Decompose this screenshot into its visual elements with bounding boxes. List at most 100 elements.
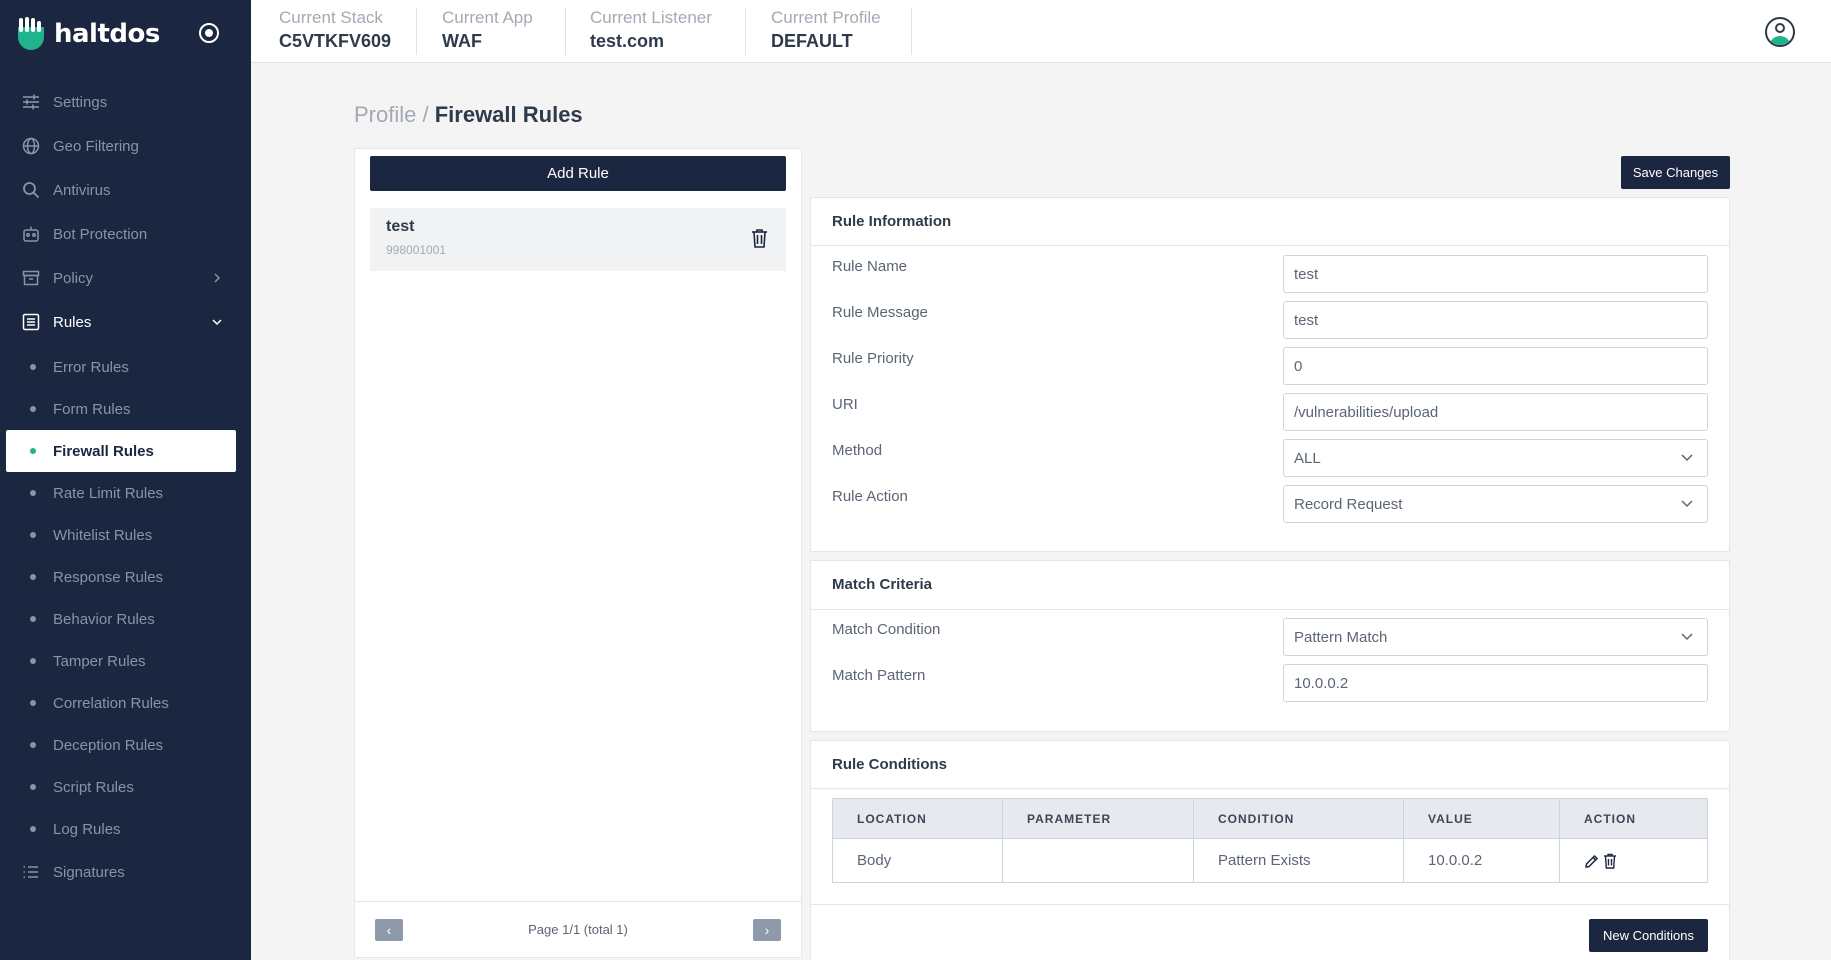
match-pattern-row: Match Pattern 10.0.0.2 — [832, 664, 1712, 702]
rule-list-item[interactable]: test 998001001 — [370, 208, 786, 271]
table-header-row: LOCATION PARAMETER CONDITION VALUE ACTIO… — [832, 798, 1708, 839]
rule-information-card: Rule Information Rule Name test Rule Mes… — [810, 197, 1730, 552]
rule-conditions-title: Rule Conditions — [832, 756, 947, 773]
current-profile-value: DEFAULT — [771, 31, 853, 51]
divider — [811, 245, 1729, 246]
search-icon — [23, 182, 40, 199]
sidebar-toggle-icon[interactable] — [199, 23, 219, 43]
trash-icon[interactable] — [751, 228, 768, 248]
sidebar-item-policy[interactable]: Policy — [0, 256, 251, 300]
context-header: Current Stack C5VTKFV609 Current App WAF… — [251, 0, 1831, 63]
chevron-right-icon — [214, 273, 221, 283]
sidebar-item-antivirus[interactable]: Antivirus — [0, 168, 251, 212]
column-header: CONDITION — [1193, 798, 1404, 839]
robot-icon — [23, 226, 39, 242]
edit-icon[interactable] — [1584, 854, 1599, 869]
table-row: Body Pattern Exists 10.0.0.2 — [832, 838, 1708, 883]
sidebar-subitem-label: Error Rules — [53, 358, 129, 376]
rule-priority-input[interactable]: 0 — [1283, 347, 1708, 385]
column-header: VALUE — [1403, 798, 1560, 839]
sidebar-item-geo-filtering[interactable]: Geo Filtering — [0, 124, 251, 168]
current-app[interactable]: Current App WAF — [442, 8, 533, 54]
sidebar-subitem-form-rules[interactable]: Form Rules — [0, 388, 251, 430]
uri-row: URI /vulnerabilities/upload — [832, 393, 1712, 431]
save-changes-button[interactable]: Save Changes — [1621, 156, 1730, 189]
current-profile-label: Current Profile — [771, 8, 881, 27]
user-avatar-icon[interactable] — [1765, 17, 1795, 47]
sidebar-subitem-label: Form Rules — [53, 400, 131, 418]
brand-logo[interactable]: haltdos — [16, 14, 160, 54]
current-listener[interactable]: Current Listener test.com — [590, 8, 712, 54]
rule-message-input[interactable]: test — [1283, 301, 1708, 339]
sidebar-subitem-firewall-rules[interactable]: Firewall Rules — [6, 430, 236, 472]
match-criteria-title: Match Criteria — [832, 576, 933, 593]
breadcrumb-parent[interactable]: Profile / — [354, 102, 429, 127]
new-conditions-button[interactable]: New Conditions — [1589, 919, 1708, 952]
cell-value: 10.0.0.2 — [1403, 838, 1560, 883]
breadcrumb: Profile / Firewall Rules — [354, 102, 583, 128]
header-divider — [416, 8, 417, 55]
sidebar-subitem-script-rules[interactable]: Script Rules — [0, 766, 251, 808]
sidebar-subitem-tamper-rules[interactable]: Tamper Rules — [0, 640, 251, 682]
rule-action-value: Record Request — [1294, 495, 1403, 513]
rule-name-input[interactable]: test — [1283, 255, 1708, 293]
divider — [811, 788, 1729, 789]
sidebar-item-label: Policy — [53, 269, 94, 287]
bullet-icon — [30, 616, 36, 622]
sidebar-item-rules[interactable]: Rules — [0, 300, 251, 344]
match-pattern-input[interactable]: 10.0.0.2 — [1283, 664, 1708, 702]
rule-id: 998001001 — [386, 243, 447, 257]
sidebar-subitem-label: Script Rules — [53, 778, 134, 796]
uri-input[interactable]: /vulnerabilities/upload — [1283, 393, 1708, 431]
method-select[interactable]: ALL — [1283, 439, 1708, 477]
sidebar-subitem-response-rules[interactable]: Response Rules — [0, 556, 251, 598]
sidebar-subitem-label: Correlation Rules — [53, 694, 169, 712]
sidebar-subitem-whitelist-rules[interactable]: Whitelist Rules — [0, 514, 251, 556]
column-header: LOCATION — [832, 798, 1003, 839]
sliders-icon — [23, 94, 39, 110]
sidebar-item-bot-protection[interactable]: Bot Protection — [0, 212, 251, 256]
bullet-icon — [30, 784, 36, 790]
sidebar-item-label: Rules — [53, 313, 92, 331]
sidebar-subitem-label: Tamper Rules — [53, 652, 146, 670]
bullet-icon — [30, 448, 36, 454]
rule-name-row: Rule Name test — [832, 255, 1712, 293]
archive-icon — [22, 270, 40, 286]
sidebar-subitem-rate-limit-rules[interactable]: Rate Limit Rules — [0, 472, 251, 514]
method-label: Method — [832, 442, 883, 459]
sidebar-subitem-log-rules[interactable]: Log Rules — [0, 808, 251, 850]
method-row: Method ALL — [832, 439, 1712, 477]
sidebar-subitem-correlation-rules[interactable]: Correlation Rules — [0, 682, 251, 724]
sidebar-subitem-label: Whitelist Rules — [53, 526, 153, 544]
sidebar-subitem-behavior-rules[interactable]: Behavior Rules — [0, 598, 251, 640]
rule-priority-label: Rule Priority — [832, 350, 914, 367]
add-rule-button[interactable]: Add Rule — [370, 156, 786, 191]
match-condition-select[interactable]: Pattern Match — [1283, 618, 1708, 656]
bullet-icon — [30, 574, 36, 580]
bullet-icon — [30, 826, 36, 832]
match-pattern-label: Match Pattern — [832, 667, 926, 684]
trash-icon[interactable] — [1603, 853, 1617, 869]
header-divider — [565, 8, 566, 55]
list-bullets-icon — [23, 866, 38, 878]
sidebar-subitem-label: Behavior Rules — [53, 610, 155, 628]
sidebar-subitem-deception-rules[interactable]: Deception Rules — [0, 724, 251, 766]
rule-action-select[interactable]: Record Request — [1283, 485, 1708, 523]
header-divider — [911, 8, 912, 55]
current-stack[interactable]: Current Stack C5VTKFV609 — [279, 8, 391, 54]
sidebar-subitem-error-rules[interactable]: Error Rules — [0, 346, 251, 388]
sidebar-item-label: Bot Protection — [53, 225, 148, 243]
current-listener-label: Current Listener — [590, 8, 712, 27]
bullet-icon — [30, 406, 36, 412]
sidebar-item-signatures[interactable]: Signatures — [0, 850, 251, 894]
current-app-label: Current App — [442, 8, 533, 27]
current-profile[interactable]: Current Profile DEFAULT — [771, 8, 881, 54]
match-condition-row: Match Condition Pattern Match — [832, 618, 1712, 656]
column-header: ACTION — [1559, 798, 1708, 839]
chevron-down-icon — [1681, 633, 1693, 641]
pagination: ‹ Page 1/1 (total 1) › — [355, 901, 801, 958]
rule-message-label: Rule Message — [832, 304, 928, 321]
rule-message-row: Rule Message test — [832, 301, 1712, 339]
next-page-button[interactable]: › — [753, 919, 781, 941]
sidebar-item-settings[interactable]: Settings — [0, 80, 251, 124]
